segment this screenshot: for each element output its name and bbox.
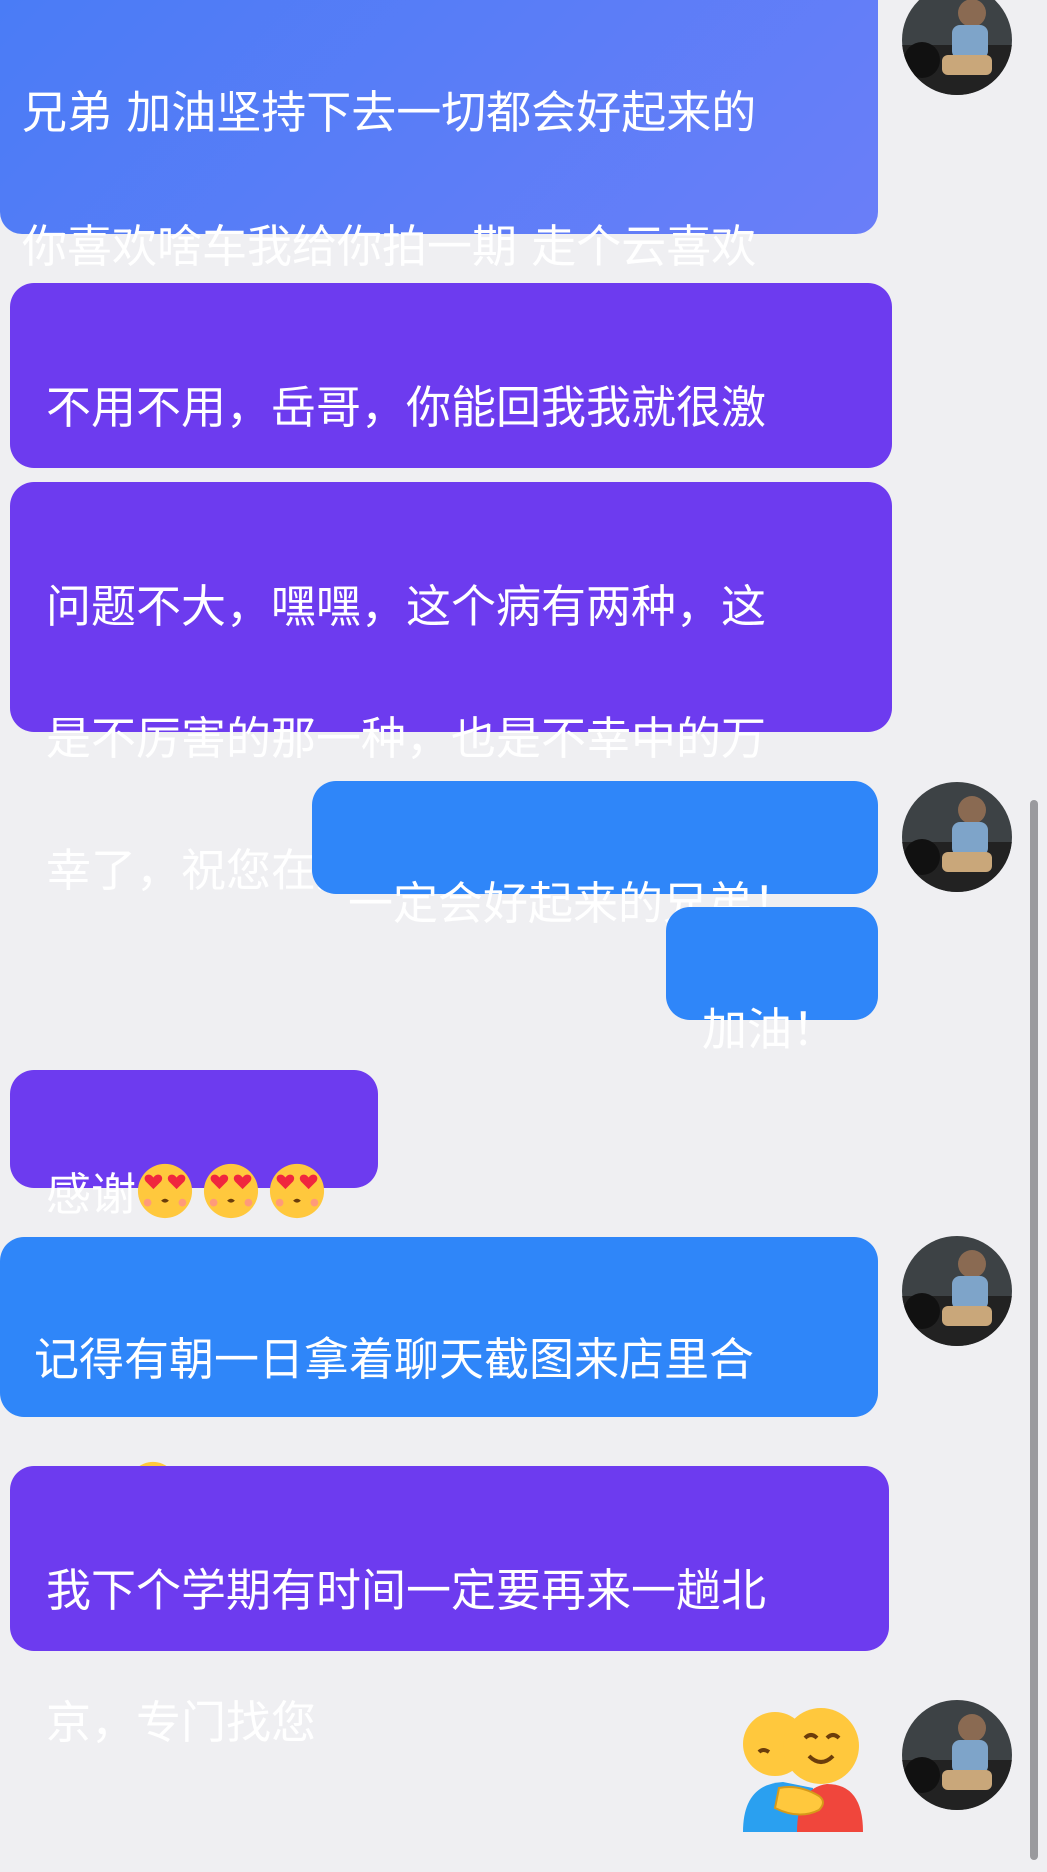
hugging-face-emoji-icon[interactable] (735, 1700, 875, 1840)
message-text-line: 兄弟 加油坚持下去一切都会好起来的 (22, 86, 757, 139)
message-bubble-sent[interactable]: 一定会好起来的兄弟！ (312, 781, 878, 930)
message-text: 加油！ (702, 1003, 838, 1056)
contact-avatar[interactable] (902, 782, 1012, 892)
message-text-line: 问题不大，嘿嘿，这个病有两种，这 (46, 580, 767, 633)
message-text-line: 你喜欢啥车我给你拍一期 走个云喜欢 (22, 220, 757, 273)
heart-eyes-emoji-icon (269, 1163, 325, 1219)
message-text-line: 是不厉害的那一种，也是不幸中的万 (46, 712, 767, 765)
message-text-line: 不用不用，岳哥，你能回我我就很激 (46, 381, 767, 434)
message-bubble-received[interactable]: 不用不用，岳哥，你能回我我就很激 动了 (10, 283, 892, 566)
message-text-line: 感谢 (46, 1162, 350, 1228)
message-text: 感谢 (46, 1168, 137, 1221)
message-bubble-sent[interactable]: 记得有朝一日拿着聊天截图来店里合 影哦 (0, 1237, 878, 1518)
message-bubble-sent[interactable]: 兄弟 加油坚持下去一切都会好起来的 你喜欢啥车我给你拍一期 走个云喜欢 您来 (0, 0, 878, 407)
message-bubble-received[interactable]: 感谢 (10, 1070, 378, 1221)
chat-view: 兄弟 加油坚持下去一切都会好起来的 你喜欢啥车我给你拍一期 走个云喜欢 您来 不… (0, 0, 1047, 1872)
contact-avatar[interactable] (902, 1236, 1012, 1346)
contact-avatar[interactable] (902, 0, 1012, 95)
message-bubble-received[interactable]: 我下个学期有时间一定要再来一趟北 京，专门找您 (10, 1466, 889, 1749)
heart-eyes-emoji-icon (137, 1163, 193, 1219)
message-bubble-received[interactable]: 问题不大，嘿嘿，这个病有两种，这 是不厉害的那一种，也是不幸中的万 幸了，祝您在… (10, 482, 892, 897)
message-bubble-sent[interactable]: 加油！ (666, 907, 878, 1056)
contact-avatar[interactable] (902, 1700, 1012, 1810)
message-text-line: 记得有朝一日拿着聊天截图来店里合 (34, 1333, 755, 1386)
heart-eyes-emoji-icon (203, 1163, 259, 1219)
message-text-line: 我下个学期有时间一定要再来一趟北 (46, 1564, 767, 1617)
scrollbar-thumb[interactable] (1030, 800, 1038, 1860)
